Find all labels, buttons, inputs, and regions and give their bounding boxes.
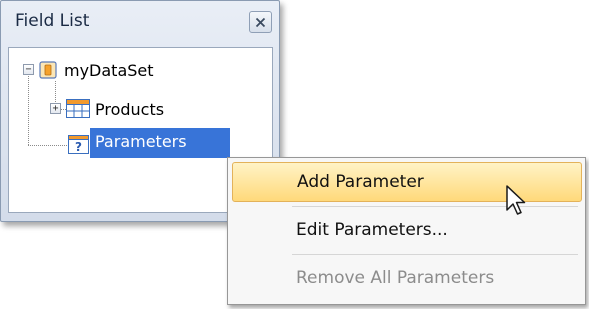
tree-connector xyxy=(28,76,29,145)
field-list-header: Field List xyxy=(1,1,279,47)
mouse-cursor-icon xyxy=(506,185,526,215)
menu-item-add-parameter[interactable]: Add Parameter xyxy=(232,162,582,202)
tree-connector xyxy=(28,145,73,146)
field-list-title: Field List xyxy=(15,11,90,31)
tree-node-mydataset[interactable]: myDataSet xyxy=(64,61,154,80)
close-button[interactable] xyxy=(249,11,272,33)
close-icon xyxy=(255,17,266,28)
tree-node-parameters[interactable]: Parameters xyxy=(90,128,230,158)
menu-item-label: Remove All Parameters xyxy=(296,268,495,288)
parameter-icon: ? xyxy=(68,135,89,154)
menu-item-label: Add Parameter xyxy=(297,172,424,192)
menu-item-edit-parameters[interactable]: Edit Parameters... xyxy=(232,211,582,251)
menu-separator xyxy=(292,206,578,207)
expand-toggle[interactable]: + xyxy=(50,103,61,114)
tree-node-parameters-label: Parameters xyxy=(95,132,187,151)
collapse-toggle[interactable]: − xyxy=(23,64,34,75)
tree-node-products[interactable]: Products xyxy=(95,100,164,119)
menu-item-label: Edit Parameters... xyxy=(296,220,448,240)
svg-text:?: ? xyxy=(75,140,82,154)
context-menu: Add Parameter Edit Parameters... Remove … xyxy=(227,157,586,305)
menu-item-remove-all-parameters: Remove All Parameters xyxy=(232,259,582,299)
menu-separator xyxy=(292,254,578,255)
table-icon xyxy=(66,99,90,118)
database-icon xyxy=(39,61,57,79)
